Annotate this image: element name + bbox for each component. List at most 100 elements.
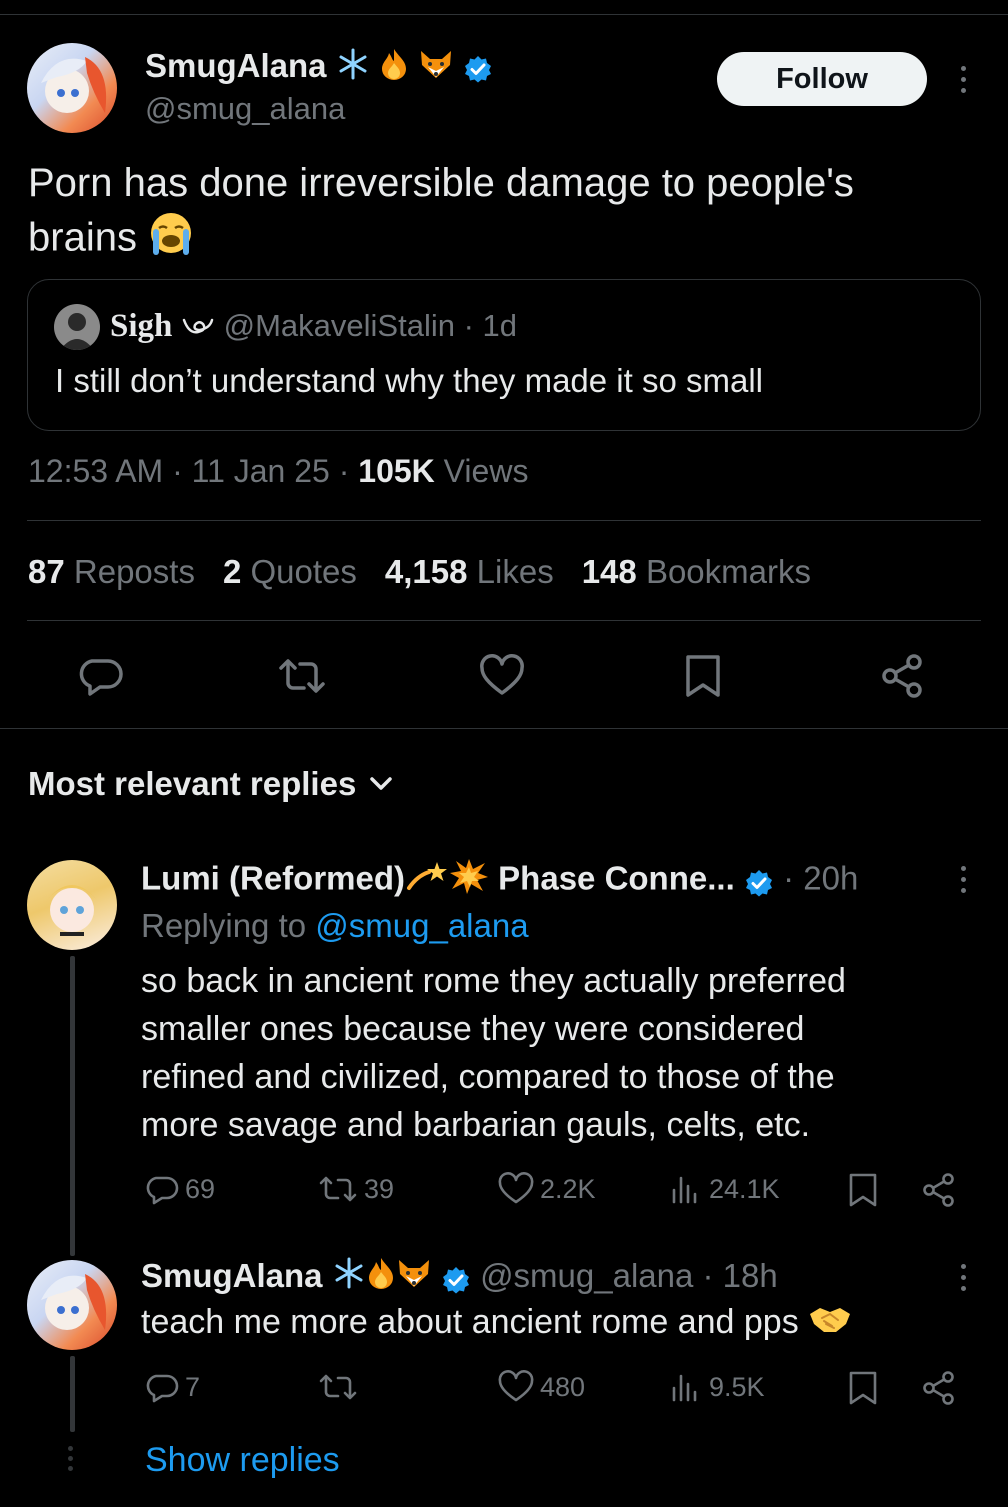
stat-reposts[interactable]: 87 Reposts: [28, 550, 195, 594]
author-handle[interactable]: @smug_alana: [145, 91, 345, 127]
reply-text-line: smaller ones because they were considere…: [141, 1010, 805, 1048]
reply-reply-button[interactable]: 69: [145, 1172, 215, 1206]
show-replies-link[interactable]: Show replies: [145, 1438, 340, 1482]
swirl-icon: [181, 306, 215, 350]
like-icon[interactable]: [479, 653, 525, 704]
post-timestamp[interactable]: 12:53 AM · 11 Jan 25 ·: [28, 453, 358, 489]
bookmark-icon[interactable]: [683, 653, 723, 704]
more-options-icon[interactable]: [959, 66, 967, 93]
reply-text: so back in ancient rome they actually pr…: [141, 957, 846, 1149]
stat-bookmarks[interactable]: 148 Bookmarks: [582, 550, 811, 594]
author-avatar[interactable]: [27, 43, 117, 133]
quoted-author-avatar: [54, 304, 100, 350]
reply-repost-button[interactable]: 39: [318, 1172, 394, 1206]
share-icon: [923, 1371, 954, 1405]
bookmark-icon: [849, 1173, 877, 1207]
reply-icon: [146, 1374, 179, 1403]
reply-text-content: teach me more about ancient rome and pps: [141, 1303, 799, 1341]
views-icon: [672, 1176, 697, 1204]
post-meta: 12:53 AM · 11 Jan 25 · 105K Views: [28, 450, 528, 492]
thread-dots-icon: [68, 1446, 73, 1471]
chevron-down-icon: [370, 777, 393, 790]
reply-share-button[interactable]: [921, 1370, 957, 1406]
repost-count: 39: [364, 1173, 395, 1204]
thread-line: [70, 956, 75, 1256]
reply-bookmark-button[interactable]: [847, 1370, 879, 1406]
post-bottom-divider: [0, 728, 1008, 729]
verified-badge-icon: [744, 866, 774, 897]
replying-to: Replying to @smug_alana: [141, 905, 529, 947]
views-label: Views: [434, 453, 529, 489]
reply-icon: [146, 1176, 179, 1205]
replies-sort-label: Most relevant replies: [28, 765, 357, 802]
reply-icon[interactable]: [78, 653, 124, 704]
stat-likes[interactable]: 4,158 Likes: [385, 550, 554, 594]
stat-quotes-label: Quotes: [250, 553, 357, 590]
loudly-crying-face-emoji: [148, 210, 194, 270]
reply-share-button[interactable]: [921, 1172, 957, 1208]
stat-quotes-count: 2: [222, 553, 242, 590]
like-icon: [498, 1172, 534, 1204]
views-icon: [672, 1374, 697, 1402]
post-text-line-1: Porn has done irreversible damage to peo…: [28, 161, 854, 205]
reply-text-line: refined and civilized, compared to those…: [141, 1058, 835, 1096]
repost-icon[interactable]: [277, 653, 327, 704]
reply-like-button[interactable]: 480: [498, 1370, 585, 1404]
reply-more-options-icon[interactable]: [959, 1264, 967, 1291]
dizzy-emoji: [405, 858, 449, 904]
fire-emoji: [379, 47, 409, 90]
views-count: 105K: [358, 453, 435, 489]
reply-author-avatar[interactable]: [27, 1260, 117, 1350]
view-count: 24.1K: [709, 1173, 780, 1204]
reply-time[interactable]: · 20h: [783, 860, 858, 897]
quoted-author-row: Sigh @MakaveliStalin · 1d: [110, 304, 517, 350]
quoted-post[interactable]: Sigh @MakaveliStalin · 1d I still don’t …: [27, 279, 981, 431]
reply-author-name-suffix[interactable]: Phase Conne...: [498, 860, 735, 897]
author-name-row[interactable]: SmugAlana: [145, 46, 493, 90]
post-text-line-2-content: brains: [28, 215, 137, 260]
replies-sort-dropdown[interactable]: Most relevant replies: [28, 762, 393, 806]
handshake-emoji: [808, 1302, 852, 1347]
stat-likes-count: 4,158: [384, 553, 468, 590]
follow-button[interactable]: Follow: [717, 52, 927, 106]
share-icon: [923, 1173, 954, 1207]
author-name[interactable]: SmugAlana: [145, 47, 327, 84]
reply-text: teach me more about ancient rome and pps: [141, 1300, 852, 1347]
fox-emoji: [418, 47, 454, 90]
like-count: 2.2K: [540, 1173, 596, 1204]
like-count: 480: [540, 1371, 586, 1402]
reply-handle-time[interactable]: @smug_alana · 18h: [480, 1257, 778, 1294]
post-text: Porn has done irreversible damage to peo…: [28, 156, 978, 270]
top-divider: [0, 14, 1008, 15]
reply-author-avatar[interactable]: [27, 860, 117, 950]
share-icon[interactable]: [880, 653, 926, 704]
reply-author-name[interactable]: Lumi (Reformed): [141, 860, 405, 897]
lumi-avatar-art: [47, 885, 97, 936]
reply-repost-button[interactable]: [318, 1370, 364, 1404]
meta-divider: [27, 520, 981, 521]
stat-likes-label: Likes: [476, 553, 554, 590]
reply-more-options-icon[interactable]: [959, 866, 967, 893]
verified-badge-icon: [463, 53, 493, 83]
stat-reposts-label: Reposts: [73, 553, 195, 590]
reply-views-button[interactable]: 9.5K: [669, 1370, 765, 1404]
snowflake-emoji: [332, 1256, 366, 1300]
quoted-author-name: Sigh: [110, 308, 173, 344]
fox-emoji: [396, 1256, 432, 1300]
reply-count: 69: [185, 1173, 216, 1204]
reply-like-button[interactable]: 2.2K: [498, 1172, 596, 1206]
verified-badge-icon: [441, 1263, 471, 1294]
post-text-line-2: brains: [28, 210, 978, 270]
reply-header: SmugAlana @smug_alana · 18h: [141, 1255, 778, 1300]
quoted-text: I still don’t understand why they made i…: [55, 362, 764, 399]
reply-bookmark-button[interactable]: [847, 1172, 879, 1208]
stat-quotes[interactable]: 2 Quotes: [223, 550, 357, 594]
reply-views-button[interactable]: 24.1K: [669, 1172, 780, 1206]
avatar-art: [41, 57, 107, 113]
reply-author-name[interactable]: SmugAlana: [141, 1257, 323, 1294]
quoted-author-handle-time: @MakaveliStalin · 1d: [223, 308, 517, 343]
stat-bookmarks-label: Bookmarks: [645, 553, 811, 590]
repost-icon: [319, 1374, 357, 1400]
reply-reply-button[interactable]: 7: [145, 1370, 200, 1404]
replying-to-handle-link[interactable]: @smug_alana: [315, 907, 528, 944]
